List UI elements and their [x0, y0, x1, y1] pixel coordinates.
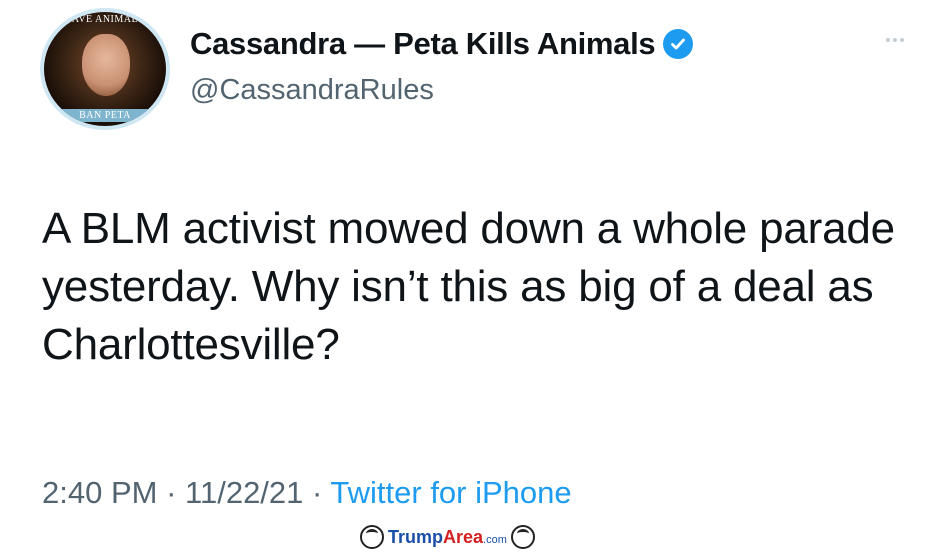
author-name-row[interactable]: Cassandra — Peta Kills Animals: [190, 26, 694, 62]
avatar-face: [82, 34, 130, 96]
more-options-icon[interactable]: [886, 38, 904, 42]
watermark-brand-2: Area: [443, 526, 484, 547]
tweet-date[interactable]: 11/22/21: [185, 475, 303, 510]
tweet-source-link[interactable]: Twitter for iPhone: [330, 475, 571, 510]
tweet-text: A BLM activist mowed down a whole parade…: [42, 204, 895, 369]
watermark-text: TrumpArea.com: [388, 527, 507, 548]
avatar-ring-top-text: SAVE ANIMALS: [65, 14, 145, 25]
tweet-card: SAVE ANIMALS BAN PETA Cassandra — Peta K…: [0, 0, 940, 555]
watermark-suffix: .com: [483, 533, 507, 546]
avatar[interactable]: SAVE ANIMALS BAN PETA: [40, 8, 170, 130]
avatar-ring-bottom-text: BAN PETA: [44, 109, 166, 122]
display-name[interactable]: Cassandra — Peta Kills Animals: [190, 26, 656, 62]
watermark-face-icon: [360, 525, 384, 549]
verified-badge-icon: [663, 29, 694, 59]
tweet-time[interactable]: 2:40 PM: [42, 475, 157, 510]
watermark-brand-1: Trump: [388, 526, 444, 547]
watermark: TrumpArea.com: [360, 525, 535, 549]
meta-separator: ·: [166, 475, 177, 510]
meta-separator-2: ·: [312, 475, 323, 510]
author-handle[interactable]: @CassandraRules: [190, 74, 434, 107]
watermark-face-icon-2: [510, 525, 535, 549]
tweet-meta: 2:40 PM · 11/22/21 · Twitter for iPhone: [42, 475, 572, 511]
